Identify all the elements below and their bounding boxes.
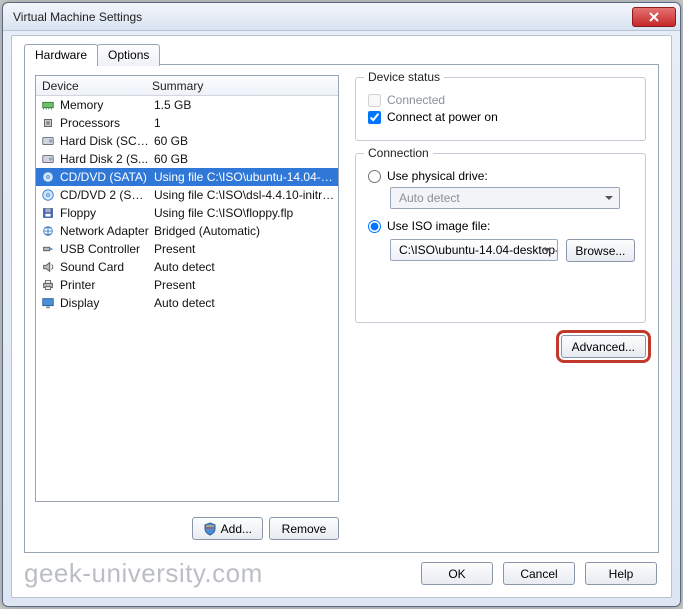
device-name: Memory (58, 98, 150, 112)
radio-physical-input[interactable] (368, 170, 381, 183)
close-icon (649, 12, 659, 22)
device-row-cd[interactable]: CD/DVD 2 (SATA)Using file C:\ISO\dsl-4.4… (36, 186, 338, 204)
device-summary: 60 GB (150, 152, 336, 166)
hdd-icon (41, 152, 55, 166)
device-summary: Using file C:\ISO\floppy.flp (150, 206, 336, 220)
chk-connected-label: Connected (387, 93, 445, 107)
add-button[interactable]: Add... (192, 517, 263, 540)
device-name: Hard Disk 2 (S... (58, 152, 150, 166)
device-summary: Bridged (Automatic) (150, 224, 336, 238)
device-summary: Auto detect (150, 296, 336, 310)
device-row-usb[interactable]: USB ControllerPresent (36, 240, 338, 258)
device-name: Sound Card (58, 260, 150, 274)
chk-connect-power[interactable]: Connect at power on (368, 110, 635, 124)
radio-physical-label: Use physical drive: (387, 169, 488, 183)
sound-icon (41, 260, 55, 274)
cancel-button[interactable]: Cancel (503, 562, 575, 585)
device-summary: Auto detect (150, 260, 336, 274)
device-name: CD/DVD 2 (SATA) (58, 188, 150, 202)
cd-icon (41, 170, 55, 184)
device-summary: Using file C:\ISO\dsl-4.4.10-initrd... (150, 188, 336, 202)
device-row-cd[interactable]: CD/DVD (SATA)Using file C:\ISO\ubuntu-14… (36, 168, 338, 186)
device-name: Floppy (58, 206, 150, 220)
add-label: Add... (221, 522, 252, 536)
usb-icon (41, 242, 55, 256)
device-summary: Using file C:\ISO\ubuntu-14.04-d... (150, 170, 336, 184)
display-icon (41, 296, 55, 310)
browse-button[interactable]: Browse... (566, 239, 635, 262)
device-name: USB Controller (58, 242, 150, 256)
device-name: Printer (58, 278, 150, 292)
radio-physical[interactable]: Use physical drive: (368, 169, 635, 183)
printer-icon (41, 278, 55, 292)
group-connection: Connection Use physical drive: Auto dete… (355, 153, 646, 323)
device-summary: 1 (150, 116, 336, 130)
device-row-hdd[interactable]: Hard Disk (SCSI)60 GB (36, 132, 338, 150)
tab-hardware[interactable]: Hardware (24, 44, 98, 66)
watermark: geek-university.com (24, 558, 263, 589)
device-row-net[interactable]: Network AdapterBridged (Automatic) (36, 222, 338, 240)
ok-button[interactable]: OK (421, 562, 493, 585)
chk-connect-power-input[interactable] (368, 111, 381, 124)
chk-connect-power-label: Connect at power on (387, 110, 498, 124)
memory-icon (41, 98, 55, 112)
radio-iso-input[interactable] (368, 220, 381, 233)
group-device-status: Device status Connected Connect at power… (355, 77, 646, 141)
close-button[interactable] (632, 7, 676, 27)
device-summary: 60 GB (150, 134, 336, 148)
device-name: Display (58, 296, 150, 310)
tab-page-hardware: Device Summary Memory1.5 GBProcessors1Ha… (24, 64, 659, 553)
device-row-printer[interactable]: PrinterPresent (36, 276, 338, 294)
device-row-sound[interactable]: Sound CardAuto detect (36, 258, 338, 276)
dialog-footer: OK Cancel Help (421, 562, 657, 585)
shield-icon (203, 522, 217, 536)
device-panel-buttons: Add... Remove (35, 517, 339, 540)
device-name: CD/DVD (SATA) (58, 170, 150, 184)
window-title: Virtual Machine Settings (13, 10, 632, 24)
device-list-header: Device Summary (36, 76, 338, 96)
cpu-icon (41, 116, 55, 130)
col-summary[interactable]: Summary (146, 76, 338, 95)
remove-button[interactable]: Remove (269, 517, 339, 540)
device-row-memory[interactable]: Memory1.5 GB (36, 96, 338, 114)
net-icon (41, 224, 55, 238)
device-list[interactable]: Device Summary Memory1.5 GBProcessors1Ha… (35, 75, 339, 502)
device-summary: Present (150, 242, 336, 256)
device-name: Processors (58, 116, 150, 130)
device-name: Hard Disk (SCSI) (58, 134, 150, 148)
combo-iso-file[interactable]: C:\ISO\ubuntu-14.04-desktop-amd (390, 239, 558, 261)
cd-icon (41, 188, 55, 202)
legend-connection: Connection (364, 146, 433, 160)
legend-status: Device status (364, 70, 444, 84)
device-row-display[interactable]: DisplayAuto detect (36, 294, 338, 312)
radio-iso-label: Use ISO image file: (387, 219, 490, 233)
floppy-icon (41, 206, 55, 220)
device-summary: 1.5 GB (150, 98, 336, 112)
combo-physical-drive: Auto detect (390, 187, 620, 209)
hdd-icon (41, 134, 55, 148)
tab-strip: Hardware Options (24, 44, 159, 66)
chk-connected-input (368, 94, 381, 107)
device-row-floppy[interactable]: FloppyUsing file C:\ISO\floppy.flp (36, 204, 338, 222)
help-button[interactable]: Help (585, 562, 657, 585)
client-area: Hardware Options Device Summary Memory1.… (11, 35, 672, 598)
device-summary: Present (150, 278, 336, 292)
tab-options[interactable]: Options (97, 44, 160, 66)
radio-iso[interactable]: Use ISO image file: (368, 219, 635, 233)
device-name: Network Adapter (58, 224, 150, 238)
chk-connected: Connected (368, 93, 635, 107)
titlebar[interactable]: Virtual Machine Settings (3, 3, 680, 31)
vm-settings-window: Virtual Machine Settings Hardware Option… (2, 2, 681, 607)
advanced-button[interactable]: Advanced... (561, 335, 646, 358)
device-row-hdd[interactable]: Hard Disk 2 (S...60 GB (36, 150, 338, 168)
device-row-cpu[interactable]: Processors1 (36, 114, 338, 132)
col-device[interactable]: Device (36, 76, 146, 95)
